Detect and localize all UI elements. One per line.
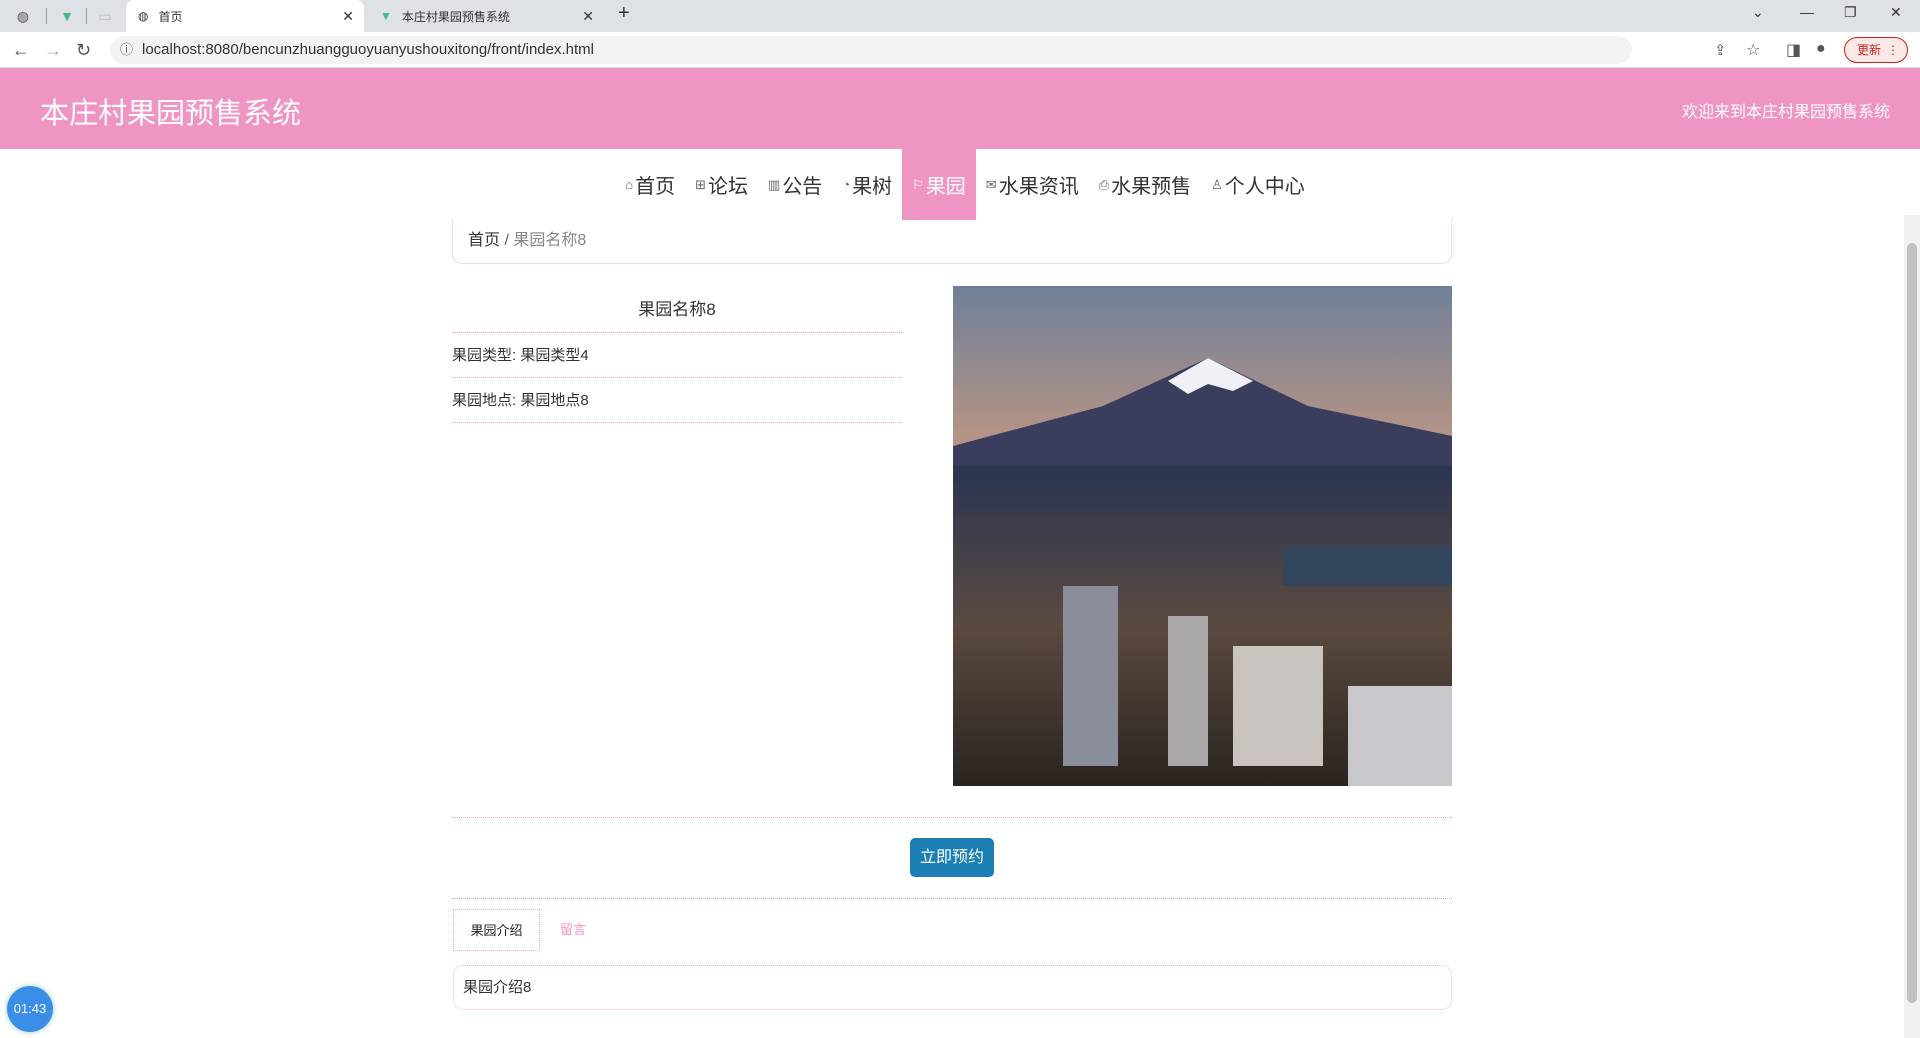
intro-content: 果园介绍8 [453, 965, 1452, 1010]
nav-forum[interactable]: ⊞ 论坛 [685, 149, 758, 220]
url-text: localhost:8080/bencunzhuangguoyuanyushou… [142, 41, 594, 58]
minimize-icon[interactable]: — [1800, 4, 1814, 20]
nav-home[interactable]: ⌂ 首页 [615, 149, 685, 220]
gauge-icon: ◔ [842, 177, 851, 192]
info-icon[interactable]: ⓘ [120, 36, 133, 64]
chevron-down-icon[interactable]: ⌄ [1752, 4, 1764, 21]
forward-icon[interactable]: → [44, 40, 62, 61]
reload-icon[interactable]: ↻ [76, 40, 91, 61]
flag-icon: ⚐ [912, 176, 924, 192]
close-tab-icon[interactable]: ✕ [342, 8, 354, 25]
close-tab-icon[interactable]: ✕ [582, 8, 594, 25]
divider [46, 8, 47, 24]
address-bar: ← → ↻ ⓘ localhost:8080/bencunzhuangguoyu… [0, 32, 1920, 68]
nav-label: 首页 [635, 176, 676, 198]
mail-icon: ✉ [985, 176, 997, 192]
vue-icon: ▼ [380, 9, 392, 23]
breadcrumb-current: 果园名称8 [513, 232, 587, 249]
printer-icon: ⎙ [1098, 176, 1110, 192]
tab-comments[interactable]: 留言 [540, 909, 602, 951]
building [1348, 686, 1452, 786]
breadcrumb: 首页 / 果园名称8 [452, 220, 1452, 264]
scrollbar[interactable] [1904, 215, 1920, 1038]
restore-icon[interactable]: ❐ [1844, 4, 1857, 21]
page-icon[interactable]: ▭ [96, 7, 114, 25]
nav-label: 公告 [782, 176, 823, 198]
orchard-info: 果园名称8 果园类型: 果园类型4 果园地点: 果园地点8 [452, 286, 902, 423]
grid-icon: ▥ [767, 176, 781, 192]
detail-tabs: 果园介绍 留言 [453, 909, 602, 951]
welcome-text: 欢迎来到本庄村果园预售系统 [1681, 104, 1890, 121]
nav-profile[interactable]: ♙ 个人中心 [1201, 149, 1315, 220]
nav-label: 水果资讯 [998, 176, 1079, 198]
nav-label: 个人中心 [1224, 176, 1305, 198]
more-icon: ⋮ [1887, 43, 1899, 57]
tab-label: 本庄村果园预售系统 [401, 9, 510, 24]
divider [452, 817, 1452, 818]
divider [86, 8, 87, 24]
share-icon[interactable]: ⇪ [1714, 41, 1727, 59]
orchard-photo [953, 286, 1452, 786]
close-window-icon[interactable]: ✕ [1890, 4, 1902, 21]
nav-label: 论坛 [707, 176, 748, 198]
browser-tab-bar: ◍ ▼ ▭ ◍ 首页 ✕ ▼ 本庄村果园预售系统 ✕ + ⌄ — ❐ ✕ [0, 0, 1920, 32]
main-nav: ⌂ 首页 ⊞ 论坛 ▥ 公告 ◔ 果树 ⚐ 果园 ✉ 水果资讯 ⎙ 水果预售 ♙ 个人中心 [0, 149, 1920, 220]
tab-label: 首页 [158, 9, 183, 24]
nav-label: 水果预售 [1111, 176, 1192, 198]
nav-label: 果园 [925, 176, 966, 198]
nav-label: 果树 [852, 176, 893, 198]
sidepanel-icon[interactable]: ◨ [1786, 40, 1801, 60]
back-icon[interactable]: ← [12, 40, 30, 61]
profile-icon[interactable]: ● [1816, 40, 1826, 58]
scrollbar-thumb[interactable] [1907, 243, 1917, 1003]
update-label: 更新 [1857, 43, 1882, 57]
nav-presale[interactable]: ⎙ 水果预售 [1089, 149, 1201, 220]
new-tab-icon[interactable]: + [618, 2, 630, 25]
globe-icon[interactable]: ◍ [14, 7, 32, 25]
orchard-location: 果园地点: 果园地点8 [452, 378, 902, 423]
user-icon: ♙ [1211, 176, 1223, 192]
building [1168, 616, 1208, 766]
nav-orchard[interactable]: ⚐ 果园 [902, 149, 976, 220]
tab-system[interactable]: ▼ 本庄村果园预售系统 ✕ [368, 0, 604, 32]
update-button[interactable]: 更新 ⋮ [1844, 37, 1908, 63]
building [1063, 586, 1118, 766]
nav-trees[interactable]: ◔ 果树 [832, 149, 902, 220]
star-icon[interactable]: ☆ [1746, 40, 1760, 60]
divider [452, 898, 1452, 899]
reserve-button[interactable]: 立即预约 [910, 838, 994, 877]
globe-icon: ◍ [138, 9, 149, 23]
nav-notice[interactable]: ▥ 公告 [758, 149, 832, 220]
tab-intro[interactable]: 果园介绍 [453, 909, 540, 951]
gift-icon: ⊞ [695, 176, 706, 192]
site-header: 本庄村果园预售系统 欢迎来到本庄村果园预售系统 [0, 68, 1920, 149]
home-icon: ⌂ [625, 177, 634, 192]
tab-home[interactable]: ◍ 首页 ✕ [126, 0, 364, 32]
breadcrumb-separator: / [504, 232, 509, 249]
url-input[interactable]: ⓘ localhost:8080/bencunzhuangguoyuanyush… [110, 36, 1632, 64]
building [1233, 646, 1323, 766]
orchard-name: 果园名称8 [452, 286, 902, 333]
site-title: 本庄村果园预售系统 [40, 98, 302, 130]
orchard-type: 果园类型: 果园类型4 [452, 333, 902, 378]
breadcrumb-home[interactable]: 首页 [468, 232, 500, 249]
water [1283, 546, 1452, 586]
nav-news[interactable]: ✉ 水果资讯 [976, 149, 1089, 220]
vue-icon[interactable]: ▼ [58, 7, 76, 25]
timer-badge[interactable]: 01:43 [7, 986, 53, 1032]
